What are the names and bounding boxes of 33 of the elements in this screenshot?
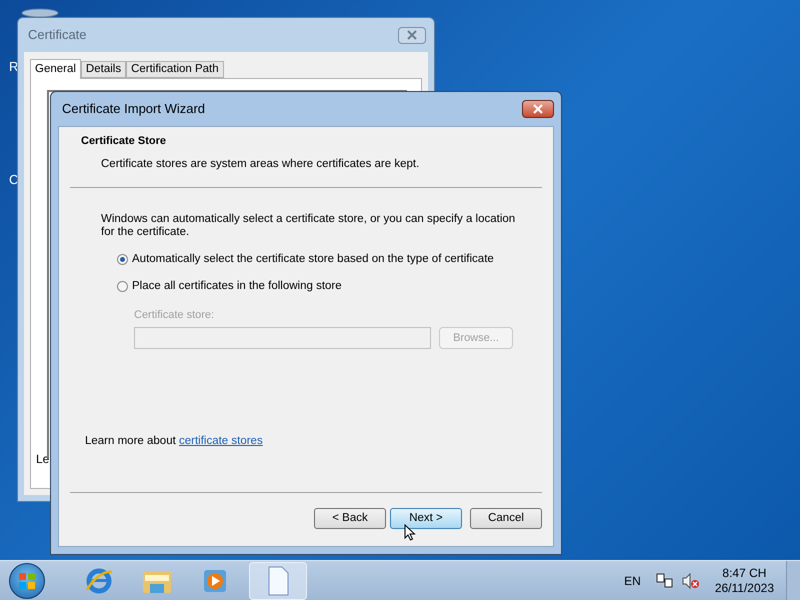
close-icon [532,104,544,114]
desktop-icon-label[interactable]: C [9,170,18,190]
tab[interactable]: General [30,59,81,79]
flag-icon [18,572,36,590]
learn-more-text: Learn more about certificate stores [84,434,264,449]
clock[interactable]: 8:47 CH 26/11/2023 [714,566,774,596]
radio-button[interactable] [117,254,128,265]
radio-option[interactable]: Automatically select the certificate store based on the type of certificate [117,250,522,268]
window-title: Certificate [28,26,87,44]
language-indicator[interactable]: EN [624,572,641,590]
close-button[interactable] [522,100,554,118]
section-subtitle: Certificate stores are system areas where certificates are kept. [100,156,420,172]
footer-text: Le [36,451,50,468]
dialog-button[interactable]: < Back [314,508,386,529]
clock-date: 26/11/2023 [714,580,774,596]
description-text: Windows can automatically select a certificate store, or you can specify a location for the certificate. [101,212,516,239]
document-icon[interactable] [249,562,307,600]
tab[interactable]: Certification Path [126,61,224,78]
field-label: Certificate store: [134,308,216,324]
show-desktop-button[interactable] [786,560,800,600]
help-link[interactable]: certificate stores [178,434,263,447]
radio-option[interactable]: Place all certificates in the following store [117,278,522,296]
clock-time: 8:47 CH [722,566,766,580]
start-button[interactable] [9,562,45,598]
radio-button[interactable] [117,281,128,292]
dialog-button[interactable]: Cancel [470,508,542,529]
mouse-pointer-icon [404,524,416,541]
window-title: Certificate Import Wizard [62,100,206,118]
dialog-button[interactable]: Next > [390,508,462,529]
section-title: Certificate Store [81,134,167,149]
desktop-icon-label[interactable]: R [9,57,18,76]
close-icon [406,30,418,40]
tab[interactable]: Details [80,61,126,78]
